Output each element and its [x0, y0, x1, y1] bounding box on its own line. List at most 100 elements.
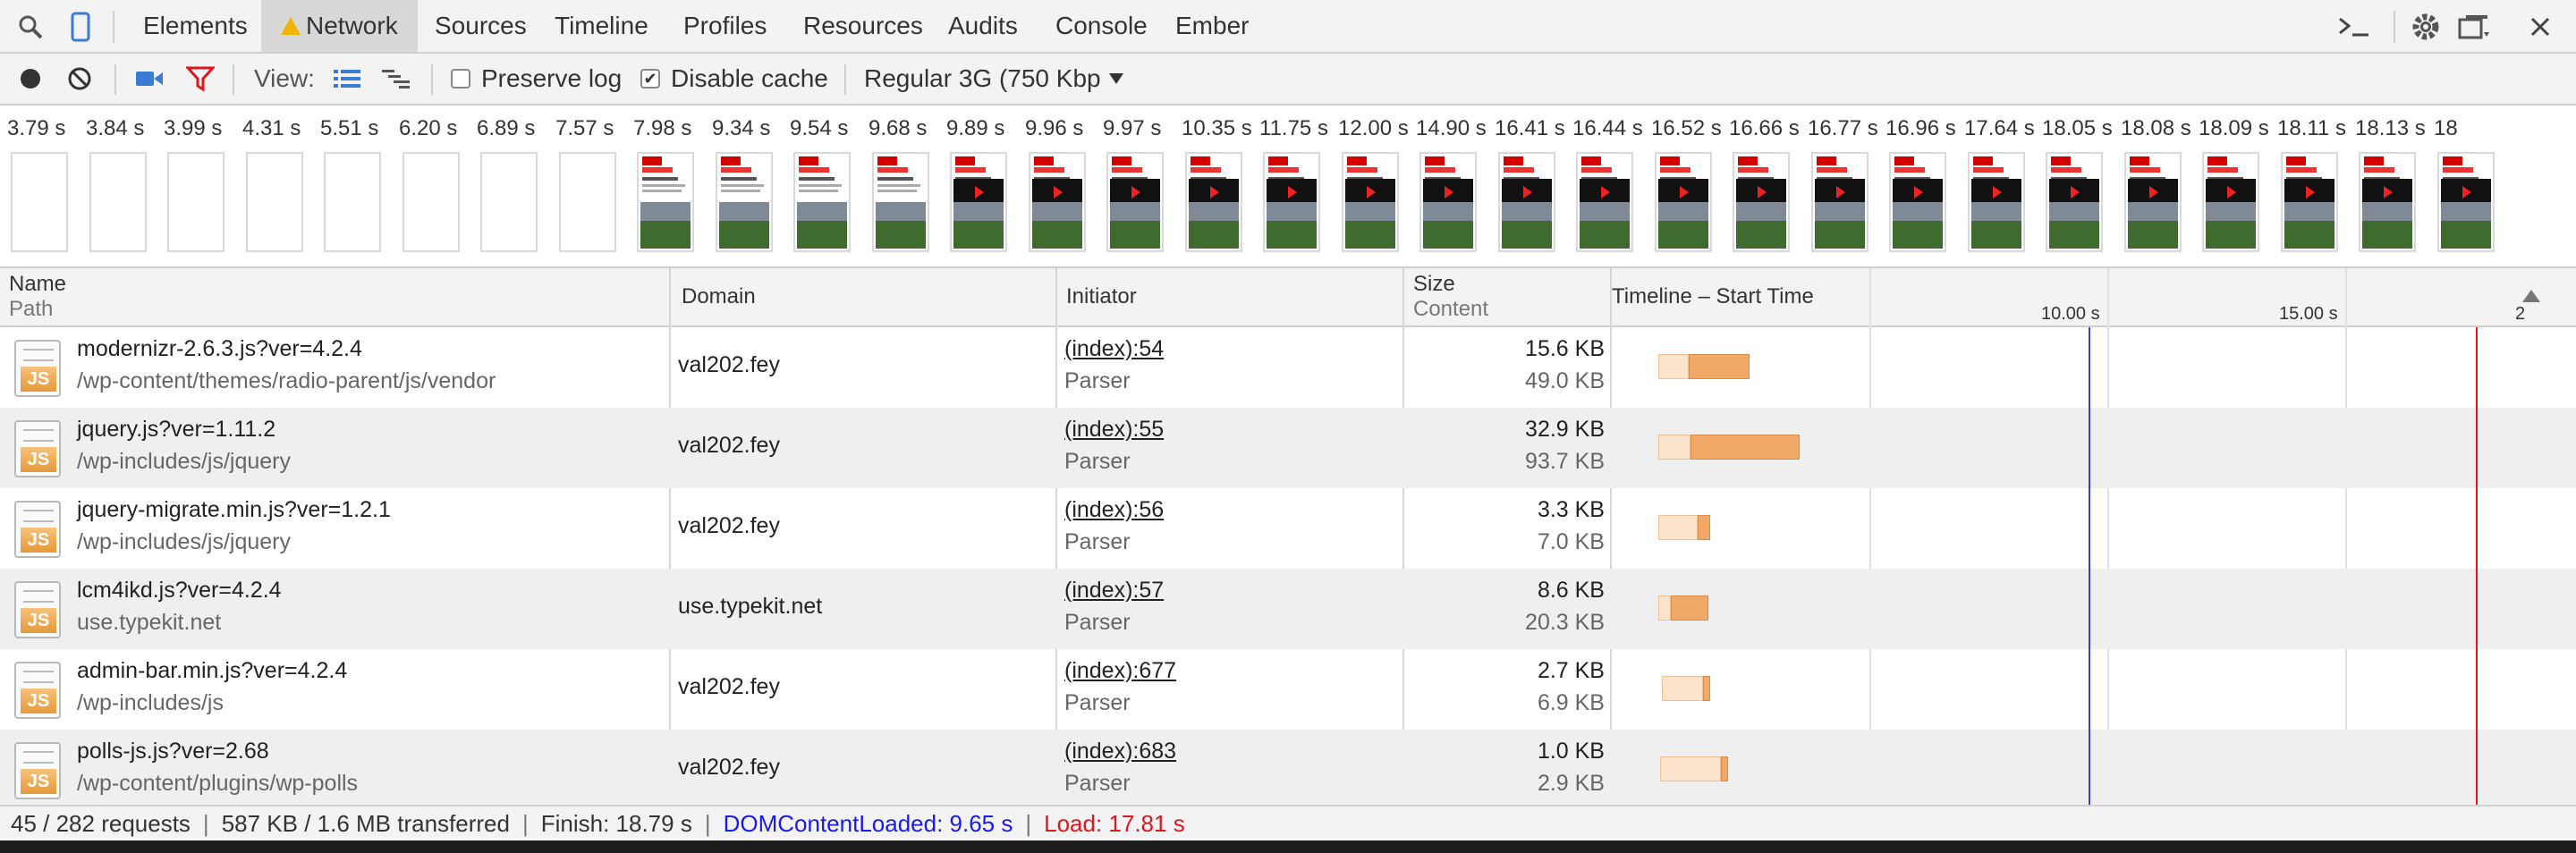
filmstrip-time-label: 16.96 s — [1885, 116, 1956, 140]
tab-profiles[interactable]: Profiles — [664, 0, 786, 52]
filmstrip-frame[interactable] — [2437, 152, 2495, 252]
filmstrip-frame[interactable] — [2046, 152, 2103, 252]
tab-console[interactable]: Console — [1036, 0, 1167, 52]
overview-button[interactable] — [381, 54, 411, 104]
disable-cache-checkbox[interactable]: ✔ Disable cache — [640, 54, 828, 104]
timing-bar-receiving[interactable] — [1689, 354, 1750, 379]
filmstrip-time-label: 18.08 s — [2121, 116, 2191, 140]
filmstrip-frame[interactable] — [480, 152, 538, 252]
request-name[interactable]: modernizr-2.6.3.js?ver=4.2.4 — [77, 336, 362, 362]
filmstrip-frame[interactable] — [246, 152, 303, 252]
timing-bar-waiting[interactable] — [1658, 515, 1698, 540]
tab-sources[interactable]: Sources — [415, 0, 547, 52]
request-name[interactable]: jquery.js?ver=1.11.2 — [77, 417, 275, 443]
filmstrip-frame[interactable] — [2281, 152, 2338, 252]
filmstrip-frame[interactable] — [793, 152, 851, 252]
column-header-timeline[interactable]: Timeline – Start Time — [1603, 268, 1871, 325]
tab-audits[interactable]: Audits — [928, 0, 1038, 52]
filmstrip-frame[interactable] — [1419, 152, 1477, 252]
filmstrip-frame[interactable] — [1029, 152, 1086, 252]
search-icon[interactable] — [13, 9, 48, 45]
filmstrip-frame[interactable] — [716, 152, 773, 252]
filter-button[interactable] — [186, 54, 215, 104]
filmstrip-frame[interactable] — [1655, 152, 1712, 252]
column-header-size[interactable]: Size Content — [1404, 268, 1610, 325]
initiator-link[interactable]: (index):56 — [1064, 497, 1164, 523]
initiator-link[interactable]: (index):55 — [1064, 417, 1164, 443]
filmstrip-frame[interactable] — [950, 152, 1007, 252]
filmstrip-frame[interactable] — [1263, 152, 1320, 252]
tab-ember[interactable]: Ember — [1156, 0, 1268, 52]
device-mode-icon[interactable] — [63, 9, 98, 45]
filmstrip-frame[interactable] — [1889, 152, 1946, 252]
timing-bar-receiving[interactable] — [1698, 515, 1710, 540]
filmstrip-frame[interactable] — [11, 152, 68, 252]
filmstrip-frame[interactable] — [2124, 152, 2182, 252]
filmstrip-frame[interactable] — [1498, 152, 1555, 252]
dock-side-icon[interactable] — [2456, 9, 2492, 45]
timing-bar-waiting[interactable] — [1658, 595, 1671, 621]
filmstrip-frame[interactable] — [1968, 152, 2025, 252]
capture-screenshots-button[interactable] — [134, 54, 165, 104]
tab-timeline[interactable]: Timeline — [535, 0, 668, 52]
tab-resources[interactable]: Resources — [784, 0, 943, 52]
table-row[interactable]: JS admin-bar.min.js?ver=4.2.4/wp-includes… — [0, 649, 2576, 730]
initiator-link[interactable]: (index):54 — [1064, 336, 1164, 362]
table-row[interactable]: JS polls-js.js?ver=2.68/wp-content/plugin… — [0, 730, 2576, 810]
timing-bar-waiting[interactable] — [1662, 676, 1703, 701]
filmstrip-frame[interactable] — [872, 152, 929, 252]
gear-icon[interactable] — [2408, 9, 2444, 45]
clear-button[interactable] — [66, 54, 93, 104]
filmstrip-frame[interactable] — [89, 152, 147, 252]
console-drawer-icon[interactable] — [2336, 9, 2372, 45]
preserve-log-checkbox[interactable]: Preserve log — [451, 54, 622, 104]
filmstrip-frame[interactable] — [1576, 152, 1633, 252]
sort-ascending-icon[interactable] — [2521, 288, 2542, 304]
filmstrip-frame[interactable] — [1342, 152, 1399, 252]
table-row[interactable]: JS lcm4ikd.js?ver=4.2.4 use.typekit.net use… — [0, 569, 2576, 649]
filmstrip-time-label: 18.11 s — [2277, 116, 2346, 140]
filmstrip-frame[interactable] — [559, 152, 616, 252]
throttle-select[interactable]: Regular 3G (750 Kbp — [864, 54, 1125, 104]
column-header-initiator[interactable]: Initiator — [1057, 268, 1402, 325]
timing-bar-receiving[interactable] — [1703, 676, 1710, 701]
filmstrip-time-label: 9.97 s — [1103, 116, 1162, 140]
timing-bar-receiving[interactable] — [1671, 595, 1708, 621]
tab-elements[interactable]: Elements — [123, 0, 267, 52]
filmstrip-frame[interactable] — [324, 152, 381, 252]
filmstrip-frame[interactable] — [1733, 152, 1790, 252]
initiator-link[interactable]: (index):57 — [1064, 578, 1164, 604]
dom-content-loaded-time: DOMContentLoaded: 9.65 s — [723, 809, 1013, 837]
tab-network[interactable]: Network — [261, 0, 418, 52]
timing-bar-receiving[interactable] — [1721, 756, 1728, 781]
load-time: Load: 17.81 s — [1044, 809, 1185, 837]
filmstrip-frame[interactable] — [402, 152, 460, 252]
large-rows-button[interactable] — [333, 54, 361, 104]
transfer-size: 15.6 KB — [1525, 336, 1605, 361]
close-icon[interactable] — [2522, 9, 2558, 45]
column-header-domain[interactable]: Domain — [673, 268, 1055, 325]
filmstrip-frame[interactable] — [167, 152, 225, 252]
filmstrip-frame[interactable] — [637, 152, 694, 252]
column-header-name[interactable]: Name Path — [0, 268, 671, 325]
table-row[interactable]: JS modernizr-2.6.3.js?ver=4.2.4/wp-conten… — [0, 327, 2576, 408]
filmstrip-frame[interactable] — [2202, 152, 2259, 252]
request-name[interactable]: jquery-migrate.min.js?ver=1.2.1 — [77, 497, 391, 523]
table-row[interactable]: JS jquery-migrate.min.js?ver=1.2.1/wp-inc… — [0, 488, 2576, 569]
request-name[interactable]: polls-js.js?ver=2.68 — [77, 739, 269, 764]
timing-bar-receiving[interactable] — [1690, 435, 1800, 460]
filmstrip-frame[interactable] — [2359, 152, 2416, 252]
record-button[interactable] — [18, 54, 43, 104]
timing-bar-waiting[interactable] — [1658, 354, 1689, 379]
request-name[interactable]: admin-bar.min.js?ver=4.2.4 — [77, 658, 347, 684]
initiator-link[interactable]: (index):683 — [1064, 739, 1176, 764]
table-row[interactable]: JS jquery.js?ver=1.11.2/wp-includes/js/jq… — [0, 408, 2576, 488]
timing-bar-waiting[interactable] — [1658, 435, 1690, 460]
initiator-link[interactable]: (index):677 — [1064, 658, 1176, 684]
filmstrip-frame[interactable] — [1106, 152, 1164, 252]
request-domain: val202.fey — [678, 513, 780, 538]
request-name[interactable]: lcm4ikd.js?ver=4.2.4 — [77, 578, 282, 604]
filmstrip-frame[interactable] — [1185, 152, 1242, 252]
timing-bar-waiting[interactable] — [1660, 756, 1721, 781]
filmstrip-frame[interactable] — [1811, 152, 1868, 252]
